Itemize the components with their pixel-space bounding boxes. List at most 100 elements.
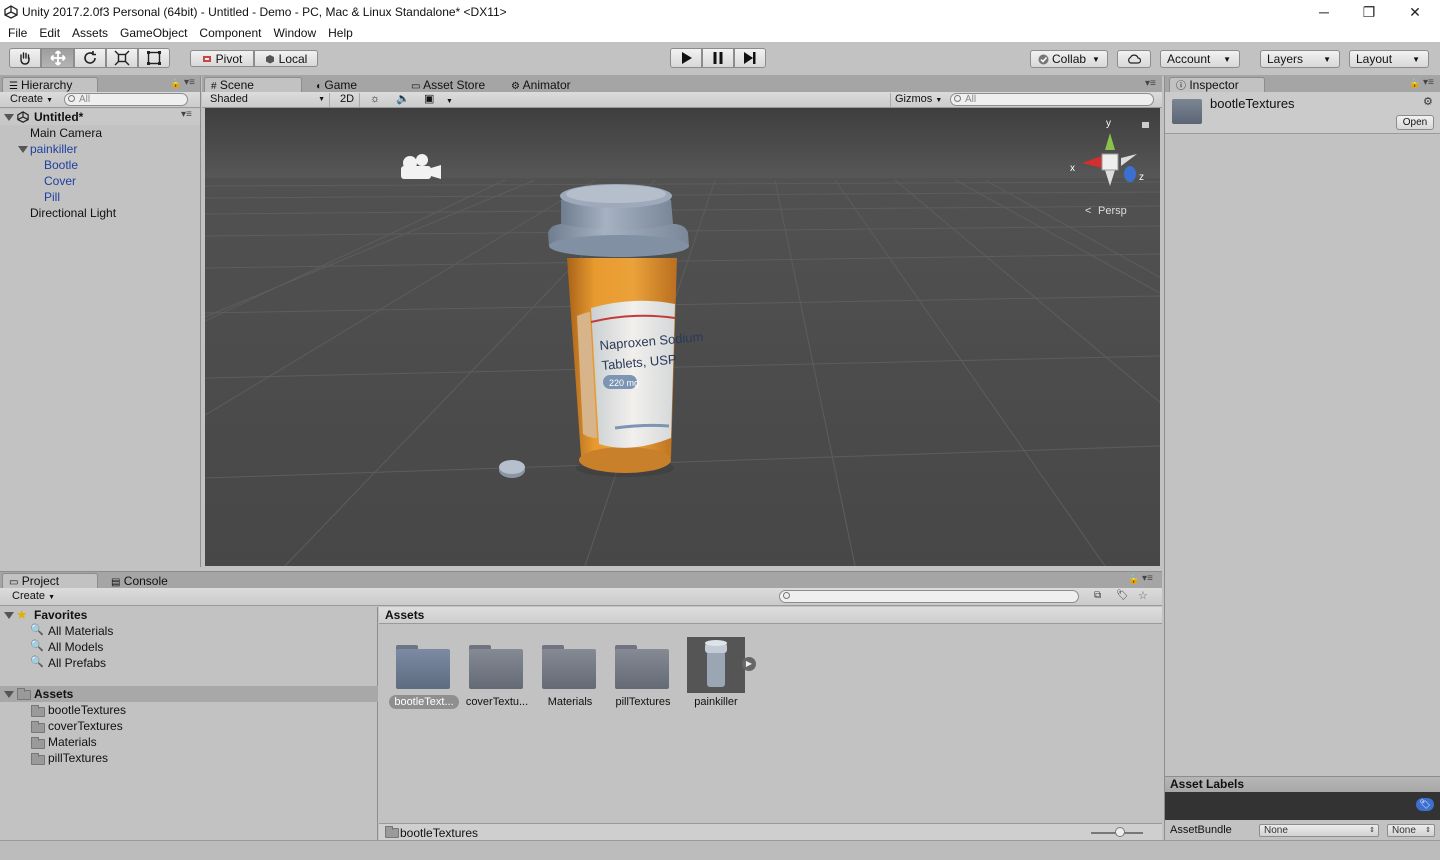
favorite-all-prefabs[interactable]: All Prefabs xyxy=(48,655,106,671)
asset-tile-pill-textures[interactable]: pillTextures xyxy=(608,635,678,715)
hierarchy-item-main-camera[interactable]: Main Camera xyxy=(30,125,102,141)
gizmo-lock-icon[interactable] xyxy=(1142,122,1149,128)
slider-handle[interactable] xyxy=(1115,827,1125,837)
folder-materials[interactable]: Materials xyxy=(48,734,97,750)
hierarchy-item-pill[interactable]: Pill xyxy=(44,189,60,205)
assetbundle-dropdown[interactable]: None ⇕ xyxy=(1259,824,1379,837)
tab-console[interactable]: ▤ Console xyxy=(104,573,194,588)
expand-prefab-icon[interactable]: ▶ xyxy=(742,657,756,671)
step-button[interactable] xyxy=(734,48,766,68)
tab-asset-store[interactable]: ▭ Asset Store xyxy=(404,77,504,92)
scene-root-row[interactable]: Untitled* ▾≡ xyxy=(0,109,200,125)
expand-triangle-icon[interactable] xyxy=(4,114,14,121)
menu-window[interactable]: Window xyxy=(267,26,322,40)
asset-tile-cover-textures[interactable]: coverTextu... xyxy=(462,635,532,715)
layout-dropdown[interactable]: Layout ▼ xyxy=(1349,50,1429,68)
pause-button[interactable] xyxy=(702,48,734,68)
grid-icon: # xyxy=(211,81,217,92)
collab-dropdown[interactable]: Collab ▼ xyxy=(1030,50,1108,68)
scene-search-input[interactable]: All xyxy=(950,93,1154,106)
menu-assets[interactable]: Assets xyxy=(66,26,114,40)
play-button[interactable] xyxy=(670,48,702,68)
lock-icon[interactable]: 🔒 xyxy=(1409,78,1420,89)
minimize-button[interactable]: ─ xyxy=(1301,0,1347,24)
project-search-input[interactable] xyxy=(779,590,1079,603)
cloud-button[interactable] xyxy=(1117,50,1151,68)
asset-tile-materials[interactable]: Materials xyxy=(535,635,605,715)
hierarchy-search-input[interactable]: All xyxy=(64,93,188,106)
panel-menu-icon[interactable]: ▾≡ xyxy=(1423,77,1434,88)
layers-dropdown[interactable]: Layers ▼ xyxy=(1260,50,1340,68)
project-create-button[interactable]: Create ▼ xyxy=(8,590,59,604)
favorite-all-models[interactable]: All Models xyxy=(48,639,103,655)
folder-bootle-textures[interactable]: bootleTextures xyxy=(48,702,126,718)
variant-dropdown[interactable]: None ⇕ xyxy=(1387,824,1435,837)
projection-label[interactable]: Persp xyxy=(1098,205,1127,217)
menu-file[interactable]: File xyxy=(2,26,33,40)
shading-mode-dropdown[interactable]: Shaded ▼ xyxy=(206,93,330,107)
panel-menu-icon[interactable]: ▾≡ xyxy=(184,77,195,88)
animator-icon: ⚙ xyxy=(511,81,520,92)
menu-help[interactable]: Help xyxy=(322,26,359,40)
tab-inspector[interactable]: ⓘ Inspector xyxy=(1169,77,1265,92)
local-toggle[interactable]: Local xyxy=(254,50,318,67)
folder-pill-textures[interactable]: pillTextures xyxy=(48,750,108,766)
scale-tool-button[interactable] xyxy=(106,48,138,68)
lighting-toggle-icon[interactable]: ☼ xyxy=(366,93,384,107)
lock-icon[interactable]: 🔒 xyxy=(170,78,181,89)
close-button[interactable]: ✕ xyxy=(1392,0,1438,24)
chevron-down-icon: ▼ xyxy=(1223,54,1231,64)
panel-menu-icon[interactable]: ▾≡ xyxy=(1142,573,1153,584)
axis-x-label: x xyxy=(1070,163,1075,174)
filter-by-type-icon[interactable]: ⧉ xyxy=(1094,590,1101,601)
asset-breadcrumb[interactable]: Assets xyxy=(379,607,1162,624)
lock-icon[interactable]: 🔒 xyxy=(1128,574,1139,585)
folder-cover-textures[interactable]: coverTextures xyxy=(48,718,123,734)
favorite-all-materials[interactable]: All Materials xyxy=(48,623,113,639)
expand-triangle-icon[interactable] xyxy=(4,612,14,619)
favorites-header[interactable]: Favorites xyxy=(34,607,87,623)
tab-hierarchy[interactable]: ☰ Hierarchy xyxy=(2,77,98,92)
tab-console-label: Console xyxy=(123,574,168,588)
asset-labels-header[interactable]: Asset Labels xyxy=(1165,776,1440,792)
rect-tool-button[interactable] xyxy=(138,48,170,68)
hierarchy-item-directional-light[interactable]: Directional Light xyxy=(30,205,116,221)
label-tag-icon[interactable]: 🏷 xyxy=(1416,798,1434,811)
mode-2d-toggle[interactable]: 2D xyxy=(336,93,360,107)
hierarchy-item-painkiller[interactable]: painkiller xyxy=(30,141,77,157)
menu-edit[interactable]: Edit xyxy=(33,26,66,40)
move-tool-button[interactable] xyxy=(41,48,74,68)
assets-root-row[interactable]: Assets xyxy=(0,686,378,702)
menu-gameobject[interactable]: GameObject xyxy=(114,26,193,40)
filter-by-label-icon[interactable]: 🏷 xyxy=(1116,590,1129,601)
gear-icon[interactable]: ⚙ xyxy=(1423,95,1433,108)
scene-menu-icon[interactable]: ▾≡ xyxy=(181,109,192,120)
tab-game[interactable]: ◖ Game xyxy=(308,77,398,92)
tab-project[interactable]: ▭ Project xyxy=(2,573,98,588)
effects-toggle-icon[interactable]: ▣ xyxy=(420,93,438,107)
panel-menu-icon[interactable]: ▾≡ xyxy=(1145,78,1156,89)
audio-toggle-icon[interactable]: 🔈 xyxy=(392,93,414,107)
asset-tile-painkiller[interactable]: ▶ painkiller xyxy=(681,635,756,715)
asset-tile-bootle-textures[interactable]: bootleText... xyxy=(389,635,459,715)
rotate-tool-button[interactable] xyxy=(74,48,106,68)
pivot-toggle[interactable]: Pivot xyxy=(190,50,254,67)
tab-project-label: Project xyxy=(21,574,60,588)
open-button[interactable]: Open xyxy=(1396,115,1434,130)
tab-animator[interactable]: ⚙ Animator xyxy=(504,77,604,92)
expand-triangle-icon[interactable] xyxy=(4,691,14,698)
projection-icon[interactable]: < xyxy=(1085,205,1091,217)
restore-button[interactable]: ❐ xyxy=(1346,0,1392,24)
tab-scene[interactable]: # Scene xyxy=(204,77,302,92)
expand-triangle-icon[interactable] xyxy=(18,146,28,153)
hand-tool-button[interactable] xyxy=(9,48,41,68)
gizmos-dropdown[interactable]: Gizmos ▼ xyxy=(890,93,946,107)
hierarchy-create-button[interactable]: Create ▼ xyxy=(6,93,57,107)
hierarchy-item-bootle[interactable]: Bootle xyxy=(44,157,78,173)
account-dropdown[interactable]: Account ▼ xyxy=(1160,50,1240,68)
menu-component[interactable]: Component xyxy=(193,26,267,40)
hierarchy-item-cover[interactable]: Cover xyxy=(44,173,76,189)
favorite-star-icon[interactable]: ☆ xyxy=(1138,589,1148,602)
scene-viewport[interactable]: Naproxen Sodium Tablets, USP 220 mg y x … xyxy=(205,108,1160,566)
effects-dropdown-icon[interactable]: ▼ xyxy=(442,95,457,109)
